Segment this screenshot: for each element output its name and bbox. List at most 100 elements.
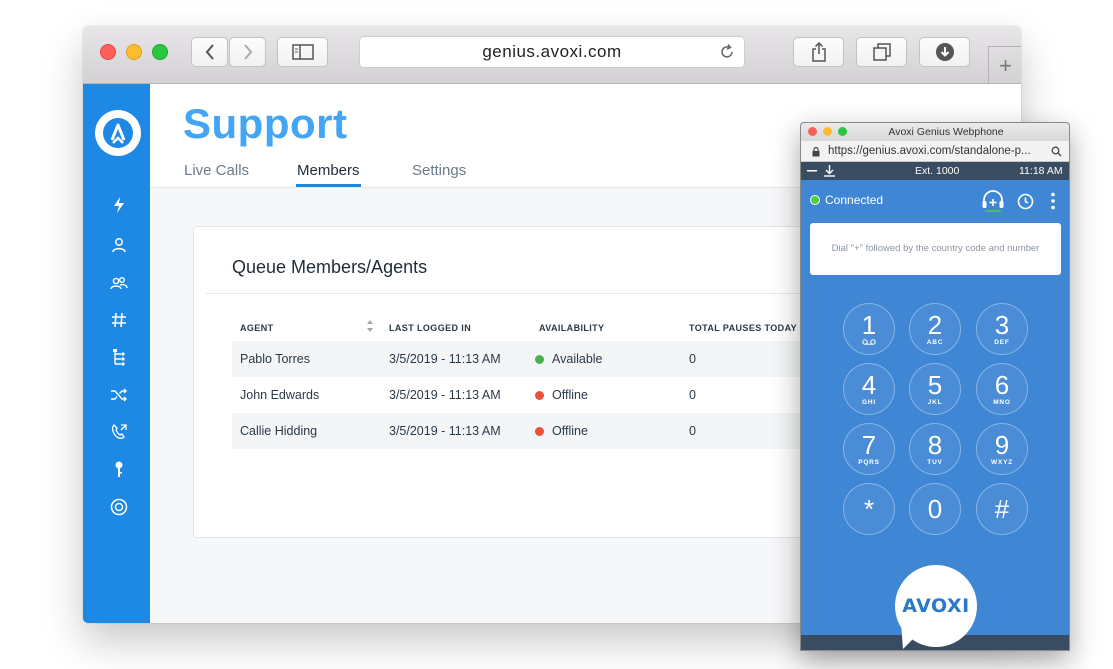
total-pauses: 0: [689, 352, 696, 366]
webphone-minimize-button[interactable]: [823, 127, 832, 136]
lock-icon: [812, 147, 820, 157]
last-logged-in: 3/5/2019 - 11:13 AM: [389, 424, 501, 438]
key-digit: *: [863, 494, 875, 524]
dial-placeholder: Dial "+" followed by the country code an…: [831, 243, 1040, 254]
headset-icon[interactable]: [981, 190, 1005, 212]
key-letters: DEF: [994, 339, 1010, 346]
avoxi-brand-logo: AVOXI: [895, 565, 977, 647]
download-icon[interactable]: [824, 165, 835, 177]
column-header-agent[interactable]: AGENT: [240, 323, 274, 333]
sidebar-item-call-flows[interactable]: [108, 346, 130, 368]
users-icon: [110, 277, 128, 290]
queue-members-card: Queue Members/Agents AGENT LAST LOGGED I…: [193, 226, 814, 538]
dialpad-key-hash[interactable]: #: [976, 483, 1028, 535]
tab-live-calls[interactable]: Live Calls: [184, 162, 249, 179]
user-icon: [112, 238, 126, 253]
key-digit: 5: [927, 370, 943, 400]
dialpad-key-9[interactable]: 9 WXYZ: [976, 423, 1028, 475]
sort-icon[interactable]: [366, 319, 374, 338]
table-row[interactable]: Callie Hidding 3/5/2019 - 11:13 AM Offli…: [232, 413, 814, 449]
new-tab-button[interactable]: +: [988, 46, 1021, 84]
chevron-left-icon: [205, 44, 214, 60]
sidebar-item-routing[interactable]: [108, 384, 130, 406]
share-icon: [811, 42, 826, 62]
column-header-availability: AVAILABILITY: [539, 323, 605, 333]
dialpad-key-0[interactable]: 0: [909, 483, 961, 535]
key-letters: PQRS: [858, 459, 880, 466]
minimize-window-button[interactable]: [126, 44, 142, 60]
connection-status-text: Connected: [825, 193, 884, 207]
reload-icon[interactable]: [718, 43, 736, 66]
key-digit: #: [994, 494, 1010, 524]
tab-members[interactable]: Members: [297, 162, 360, 179]
table-row[interactable]: Pablo Torres 3/5/2019 - 11:13 AM Availab…: [232, 341, 814, 377]
zoom-window-button[interactable]: [152, 44, 168, 60]
phone-forward-icon: [111, 424, 127, 439]
dialpad-key-3[interactable]: 3 DEF: [976, 303, 1028, 355]
history-clock-icon[interactable]: [1017, 193, 1034, 210]
dial-number-input[interactable]: Dial "+" followed by the country code an…: [810, 223, 1061, 275]
key-digit: 0: [927, 494, 943, 524]
downloads-button[interactable]: [919, 37, 970, 67]
close-window-button[interactable]: [100, 44, 116, 60]
column-header-last-logged-in: LAST LOGGED IN: [389, 323, 472, 333]
dialpad-key-star[interactable]: *: [843, 483, 895, 535]
sidebar-toggle-button[interactable]: [277, 37, 328, 67]
sidebar-item-numbers[interactable]: [108, 309, 130, 331]
card-title: Queue Members/Agents: [232, 257, 428, 277]
connection-status: Connected: [810, 193, 883, 207]
tabs-overview-button[interactable]: [856, 37, 907, 67]
webphone-close-button[interactable]: [808, 127, 817, 136]
table-row[interactable]: John Edwards 3/5/2019 - 11:13 AM Offline…: [232, 377, 814, 413]
key-icon: [115, 461, 123, 477]
dialpad-key-5[interactable]: 5 JKL: [909, 363, 961, 415]
dialpad-key-7[interactable]: 7 PQRS: [843, 423, 895, 475]
key-digit: 8: [927, 430, 943, 460]
webphone-window-title: Avoxi Genius Webphone: [888, 126, 1004, 138]
availability-status: Available: [552, 352, 603, 366]
key-digit: 1: [861, 310, 877, 340]
avoxi-logo[interactable]: [95, 110, 141, 156]
minimize-icon[interactable]: [807, 170, 817, 172]
dialpad-key-2[interactable]: 2 ABC: [909, 303, 961, 355]
tab-settings[interactable]: Settings: [412, 162, 466, 179]
search-icon[interactable]: [1051, 146, 1062, 157]
more-options-icon[interactable]: [1051, 192, 1055, 210]
sidebar-item-user[interactable]: [108, 234, 130, 256]
card-divider: [206, 293, 814, 294]
webphone-address-bar[interactable]: https://genius.avoxi.com/standalone-p...: [801, 141, 1069, 162]
sidebar-item-activity[interactable]: [108, 194, 130, 216]
key-letters: WXYZ: [991, 459, 1013, 466]
address-bar-text: genius.avoxi.com: [482, 42, 622, 61]
webphone-status-bar: Ext. 1000 11:18 AM: [801, 162, 1069, 180]
sidebar-item-call-forwarding[interactable]: [108, 421, 130, 443]
share-button[interactable]: [793, 37, 844, 67]
key-letters: MNO: [993, 399, 1011, 406]
sidebar-item-support[interactable]: [108, 496, 130, 518]
dialpad-key-1[interactable]: 1: [843, 303, 895, 355]
availability-status: Offline: [552, 388, 588, 402]
avoxi-brand-text: AVOXI: [902, 595, 970, 617]
lightning-icon: [114, 197, 124, 213]
sidebar-item-keys[interactable]: [108, 458, 130, 480]
support-ring-icon: [110, 498, 128, 516]
dialpad-key-4[interactable]: 4 GHI: [843, 363, 895, 415]
key-digit: 7: [861, 430, 877, 460]
webphone-zoom-button[interactable]: [838, 127, 847, 136]
availability-status: Offline: [552, 424, 588, 438]
app-sidebar: [83, 84, 150, 623]
back-button[interactable]: [191, 37, 228, 67]
total-pauses: 0: [689, 424, 696, 438]
total-pauses: 0: [689, 388, 696, 402]
address-bar[interactable]: genius.avoxi.com: [359, 36, 745, 68]
key-digit: 2: [927, 310, 943, 340]
forward-button[interactable]: [229, 37, 266, 67]
key-digit: 3: [994, 310, 1010, 340]
avoxi-logo-icon: [103, 118, 133, 148]
last-logged-in: 3/5/2019 - 11:13 AM: [389, 388, 501, 402]
dialpad-key-6[interactable]: 6 MNO: [976, 363, 1028, 415]
key-digit: 9: [994, 430, 1010, 460]
dialpad-key-8[interactable]: 8 TUV: [909, 423, 961, 475]
agent-name: Callie Hidding: [240, 424, 318, 438]
sidebar-item-users[interactable]: [108, 272, 130, 294]
